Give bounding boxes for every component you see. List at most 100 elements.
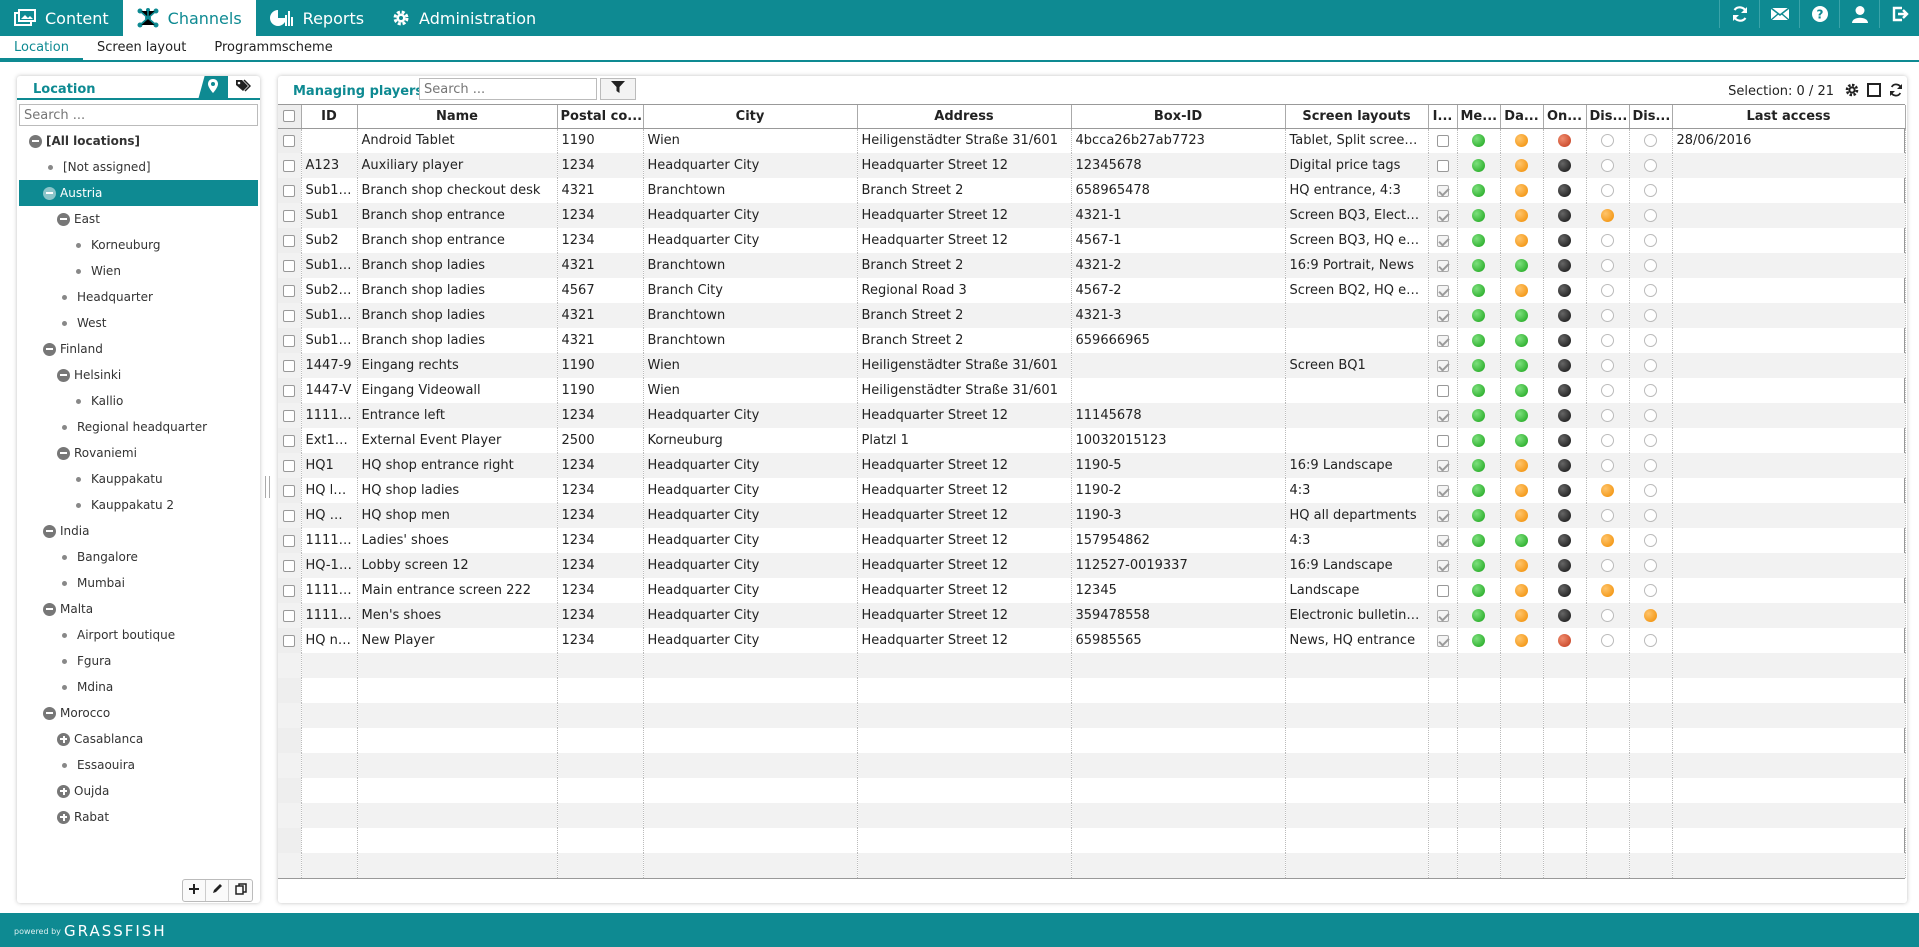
collapse-icon[interactable] bbox=[57, 446, 70, 460]
tree-node[interactable]: Kauppakatu 2 bbox=[19, 492, 258, 518]
row-flag-checkbox[interactable] bbox=[1436, 184, 1449, 197]
table-row[interactable]: Sub1ch...Branch shop checkout desk4321Br… bbox=[278, 178, 1906, 203]
table-row[interactable]: 11111-R Main entrance screen 222 1234 Headq… bbox=[278, 578, 1906, 603]
col-dis-1[interactable]: Dis... bbox=[1586, 105, 1630, 129]
table-row[interactable]: Android Tablet 1190 Wien Heiligenstädter St… bbox=[278, 128, 1906, 153]
table-row[interactable] bbox=[278, 653, 1906, 678]
tree-node[interactable]: Casablanca bbox=[19, 726, 258, 752]
tree-node[interactable]: Fgura bbox=[19, 648, 258, 674]
help-icon[interactable]: ? bbox=[1799, 0, 1839, 28]
table-row[interactable]: 11111-A Ladies' shoes 1234 Headquarter City… bbox=[278, 528, 1906, 553]
maximize-icon[interactable] bbox=[1866, 82, 1882, 98]
tree-node[interactable]: East bbox=[19, 206, 258, 232]
table-row[interactable] bbox=[278, 778, 1906, 803]
row-select-checkbox[interactable] bbox=[283, 284, 296, 297]
table-row[interactable]: Sub1m...Branch shop ladies4321Branchtown… bbox=[278, 328, 1906, 353]
col-name[interactable]: Name bbox=[357, 105, 558, 129]
col-dis-2[interactable]: Dis... bbox=[1629, 105, 1673, 129]
row-flag-checkbox[interactable] bbox=[1436, 634, 1449, 647]
players-search-input[interactable] bbox=[419, 78, 597, 100]
filter-button[interactable] bbox=[600, 78, 636, 100]
col-last-access[interactable]: Last access bbox=[1672, 105, 1906, 129]
row-flag-checkbox[interactable] bbox=[1436, 134, 1449, 147]
row-flag-checkbox[interactable] bbox=[1436, 309, 1449, 322]
tree-node[interactable]: [Not assigned] bbox=[19, 154, 258, 180]
add-location-button[interactable] bbox=[183, 880, 206, 901]
row-select-checkbox[interactable] bbox=[283, 384, 296, 397]
table-row[interactable]: Sub1la... Branch shop ladies 4321 Branchtow… bbox=[278, 253, 1906, 278]
table-row[interactable]: 1447-9 Eingang rechts 1190 Wien Heiligenstäd… bbox=[278, 353, 1906, 378]
row-select-checkbox[interactable] bbox=[283, 309, 296, 322]
col-city[interactable]: City bbox=[643, 105, 858, 129]
location-search-input[interactable] bbox=[19, 104, 258, 126]
tree-node[interactable]: West bbox=[19, 310, 258, 336]
tree-node[interactable]: India bbox=[19, 518, 258, 544]
tab-location[interactable]: Location bbox=[0, 36, 83, 60]
row-flag-checkbox[interactable] bbox=[1436, 209, 1449, 222]
table-row[interactable]: HQ new New Player 1234 Headquarter City Head… bbox=[278, 628, 1906, 653]
row-select-checkbox[interactable] bbox=[283, 184, 296, 197]
tree-node[interactable]: Rabat bbox=[19, 804, 258, 830]
expand-icon[interactable] bbox=[57, 784, 70, 798]
row-select-checkbox[interactable] bbox=[283, 209, 296, 222]
tree-node[interactable]: Kauppakatu bbox=[19, 466, 258, 492]
row-select-checkbox[interactable] bbox=[283, 134, 296, 147]
tree-node[interactable]: Mdina bbox=[19, 674, 258, 700]
row-flag-checkbox[interactable] bbox=[1436, 259, 1449, 272]
row-flag-checkbox[interactable] bbox=[1436, 584, 1449, 597]
table-row[interactable] bbox=[278, 803, 1906, 828]
nav-administration[interactable]: Administration bbox=[378, 0, 550, 36]
tree-node[interactable]: Morocco bbox=[19, 700, 258, 726]
row-select-checkbox[interactable] bbox=[283, 509, 296, 522]
row-flag-checkbox[interactable] bbox=[1436, 459, 1449, 472]
copy-location-button[interactable] bbox=[229, 880, 252, 901]
row-flag-checkbox[interactable] bbox=[1436, 284, 1449, 297]
row-select-checkbox[interactable] bbox=[283, 234, 296, 247]
nav-channels[interactable]: Channels bbox=[122, 0, 256, 36]
location-pin-tab[interactable] bbox=[198, 76, 228, 100]
row-flag-checkbox[interactable] bbox=[1436, 234, 1449, 247]
tree-node[interactable]: Rovaniemi bbox=[19, 440, 258, 466]
row-flag-checkbox[interactable] bbox=[1436, 159, 1449, 172]
table-row[interactable]: 1447-V Eingang Videowall 1190 Wien Heiligens… bbox=[278, 378, 1906, 403]
row-select-checkbox[interactable] bbox=[283, 559, 296, 572]
tree-node[interactable]: Headquarter bbox=[19, 284, 258, 310]
tree-node[interactable]: Wien bbox=[19, 258, 258, 284]
table-row[interactable]: HQ-12L Lobby screen 12 1234 Headquarter Cit… bbox=[278, 553, 1906, 578]
table-row[interactable]: Sub1 Branch shop entrance 1234 Headquarter … bbox=[278, 203, 1906, 228]
logout-icon[interactable] bbox=[1879, 0, 1919, 28]
col-box-id[interactable]: Box-ID bbox=[1071, 105, 1286, 129]
row-select-checkbox[interactable] bbox=[283, 359, 296, 372]
user-icon[interactable] bbox=[1839, 0, 1879, 28]
row-select-checkbox[interactable] bbox=[283, 259, 296, 272]
table-row[interactable]: HQ men HQ shop men 1234 Headquarter City Hea… bbox=[278, 503, 1906, 528]
table-row[interactable]: HQ1 HQ shop entrance right 1234 Headquarter… bbox=[278, 453, 1906, 478]
row-flag-checkbox[interactable] bbox=[1436, 409, 1449, 422]
collapse-icon[interactable] bbox=[43, 342, 56, 356]
row-select-checkbox[interactable] bbox=[283, 584, 296, 597]
expand-icon[interactable] bbox=[57, 732, 70, 746]
table-row[interactable] bbox=[278, 728, 1906, 753]
tags-tab[interactable] bbox=[228, 76, 258, 100]
table-row[interactable]: Sub1menBranch shop ladies4321BranchtownB… bbox=[278, 303, 1906, 328]
col-da[interactable]: Da... bbox=[1500, 105, 1544, 129]
tab-programmscheme[interactable]: Programmscheme bbox=[200, 36, 346, 60]
table-row[interactable]: A123 Auxiliary player 1234 Headquarter City… bbox=[278, 153, 1906, 178]
table-row[interactable] bbox=[278, 678, 1906, 703]
collapse-icon[interactable] bbox=[43, 186, 56, 200]
table-row[interactable]: 11111-B Men's shoes 1234 Headquarter City He… bbox=[278, 603, 1906, 628]
table-row[interactable]: Ext100...External Event Player2500Korneu… bbox=[278, 428, 1906, 453]
mail-icon[interactable] bbox=[1759, 0, 1799, 28]
collapse-icon[interactable] bbox=[29, 134, 42, 148]
expand-icon[interactable] bbox=[57, 810, 70, 824]
row-flag-checkbox[interactable] bbox=[1436, 434, 1449, 447]
row-flag-checkbox[interactable] bbox=[1436, 559, 1449, 572]
col-postal-code[interactable]: Postal co... bbox=[557, 105, 644, 129]
tree-node[interactable]: Airport boutique bbox=[19, 622, 258, 648]
row-flag-checkbox[interactable] bbox=[1436, 384, 1449, 397]
row-select-checkbox[interactable] bbox=[283, 409, 296, 422]
tree-node[interactable]: Korneuburg bbox=[19, 232, 258, 258]
row-select-checkbox[interactable] bbox=[283, 609, 296, 622]
row-select-checkbox[interactable] bbox=[283, 459, 296, 472]
tree-node[interactable]: Kallio bbox=[19, 388, 258, 414]
